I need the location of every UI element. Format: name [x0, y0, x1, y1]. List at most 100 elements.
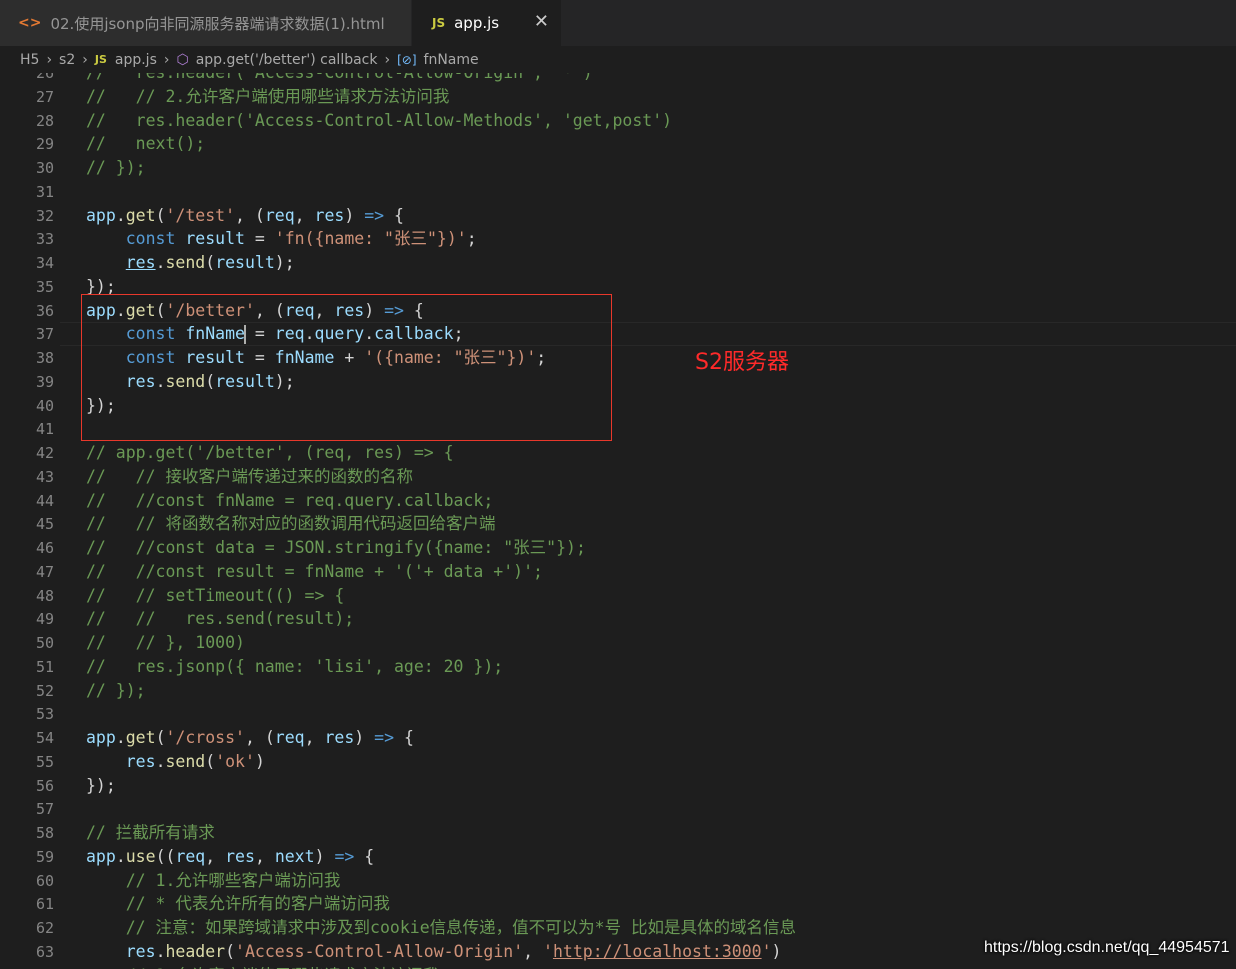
breadcrumb-item-h5[interactable]: H5 [20, 52, 39, 68]
code-line[interactable]: 51 // res.jsonp({ name: 'lisi', age: 20 }… [0, 655, 1236, 679]
code-line[interactable]: 42 // app.get('/better', (req, res) => { [0, 441, 1236, 465]
js-file-icon: JS [432, 16, 446, 30]
line-number: 62 [35, 919, 54, 937]
line-number: 31 [35, 182, 54, 201]
line-number: 33 [35, 230, 54, 249]
code-line[interactable]: 49 // // res.send(result); [0, 607, 1236, 631]
line-number: 42 [35, 444, 54, 462]
code-text: res.header('Access-Control-Allow-Origin'… [125, 941, 782, 961]
code-line[interactable]: 29 // next(); [0, 132, 1236, 156]
code-line[interactable]: 34 res.send(result); [0, 251, 1236, 275]
breadcrumb-item-function[interactable]: app.get('/better') callback [196, 52, 378, 68]
line-number: 29 [35, 135, 54, 154]
line-number: 47 [35, 562, 54, 581]
chevron-right-icon: › [163, 51, 170, 68]
highlight-box [81, 294, 612, 441]
breadcrumb-item-s2[interactable]: s2 [59, 52, 75, 68]
code-line[interactable]: 55 res.send('ok') [0, 750, 1236, 774]
line-number: 59 [35, 847, 54, 866]
code-line[interactable]: 31 [0, 180, 1236, 204]
code-text: // next(); [86, 134, 206, 154]
chevron-right-icon: › [384, 51, 391, 68]
code-text: app.use((req, res, next) => { [86, 846, 375, 866]
line-number: 44 [35, 491, 54, 510]
method-cube-icon: ⬡ [176, 51, 189, 68]
line-number: 41 [35, 420, 54, 439]
code-text: // }); [86, 158, 146, 177]
line-number: 45 [35, 515, 54, 534]
code-text: // app.get('/better', (req, res) => { [86, 443, 454, 462]
code-text: // // res.send(result); [86, 609, 355, 629]
breadcrumb-item-file[interactable]: app.js [115, 52, 157, 68]
chevron-right-icon: › [82, 51, 88, 68]
line-number: 46 [35, 539, 54, 557]
breadcrumb-item-variable[interactable]: fnName [424, 52, 479, 68]
line-number: 30 [35, 159, 54, 177]
code-line[interactable]: 61 // * 代表允许所有的客户端访问我 [0, 892, 1236, 916]
code-line[interactable]: 48 // // setTimeout(() => { [0, 584, 1236, 608]
line-number: 51 [35, 657, 54, 676]
line-number: 28 [35, 111, 54, 130]
code-text: // res.header('Access-Control-Allow-Meth… [86, 110, 673, 130]
line-number: 37 [35, 325, 54, 344]
code-text: // 注意：如果跨域请求中涉及到cookie信息传递，值不可以为*号 比如是具体… [125, 918, 797, 937]
code-line[interactable]: 33 const result = 'fn({name: "张三"})'; [0, 227, 1236, 251]
code-text: // 1.允许哪些客户端访问我 [125, 870, 341, 890]
code-line[interactable]: 58 // 拦截所有请求 [0, 821, 1236, 845]
line-number: 50 [35, 634, 54, 652]
line-number: 57 [35, 800, 54, 819]
tab-label: 02.使用jsonp向非同源服务器端请求数据(1).html [50, 14, 385, 33]
code-line[interactable]: 45 // // 将函数名称对应的函数调用代码返回给客户端 [0, 512, 1236, 536]
line-number: 53 [35, 705, 54, 724]
variable-icon: [⊘] [397, 52, 417, 67]
tab-bar: <> 02.使用jsonp向非同源服务器端请求数据(1).html JS app… [0, 0, 1236, 46]
close-icon[interactable]: ✕ [534, 11, 549, 32]
tab-app-js[interactable]: JS app.js ✕ [412, 0, 561, 46]
code-line[interactable]: 46 // //const data = JSON.stringify({name… [0, 536, 1236, 560]
line-number: 43 [35, 467, 54, 486]
code-editor[interactable]: 26 // res.header('Access-Control-Allow-Or… [0, 73, 1236, 969]
breadcrumb: H5 › s2 › JS app.js › ⬡ app.get('/better… [0, 46, 1236, 73]
code-line[interactable]: 57 [0, 797, 1236, 821]
code-text: // * 代表允许所有的客户端访问我 [125, 894, 390, 914]
code-line[interactable]: 53 [0, 702, 1236, 726]
code-line[interactable]: 64 // 2.允许客户端使用哪些请求方法访问我 [0, 964, 1236, 969]
line-number: 58 [35, 824, 54, 842]
code-text: // // 接收客户端传递过来的函数的名称 [86, 466, 413, 486]
code-line[interactable]: 27 // // 2.允许客户端使用哪些请求方法访问我 [0, 85, 1236, 109]
chevron-right-icon: › [46, 51, 53, 68]
code-line[interactable]: 60 // 1.允许哪些客户端访问我 [0, 869, 1236, 893]
tab-label: app.js [454, 14, 500, 32]
code-line[interactable]: 47 // //const result = fnName + '('+ data… [0, 560, 1236, 584]
line-number: 64 [0, 964, 54, 969]
tab-html-file[interactable]: <> 02.使用jsonp向非同源服务器端请求数据(1).html [0, 0, 411, 46]
code-text: // //const fnName = req.query.callback; [86, 490, 494, 510]
code-text: // }); [86, 680, 146, 700]
code-line[interactable]: 62 // 注意：如果跨域请求中涉及到cookie信息传递，值不可以为*号 比如… [0, 916, 1236, 940]
code-line[interactable]: 32 app.get('/test', (req, res) => { [0, 204, 1236, 228]
code-text: const result = 'fn({name: "张三"})'; [125, 229, 477, 249]
code-line[interactable]: 43 // // 接收客户端传递过来的函数的名称 [0, 465, 1236, 489]
line-number: 60 [35, 871, 54, 890]
code-line[interactable]: 30 // }); [0, 156, 1236, 180]
code-text: // 2.允许客户端使用哪些请求方法访问我 [86, 964, 440, 969]
line-number: 35 [35, 277, 54, 296]
code-line[interactable]: 26 // res.header('Access-Control-Allow-Or… [0, 73, 1236, 85]
code-line[interactable]: 54 app.get('/cross', (req, res) => { [0, 726, 1236, 750]
line-number: 49 [35, 610, 54, 629]
code-line[interactable]: 59 app.use((req, res, next) => { [0, 845, 1236, 869]
code-line[interactable]: 52 // }); [0, 679, 1236, 703]
code-text: res.send('ok') [125, 751, 265, 771]
line-number: 36 [35, 301, 54, 320]
code-line[interactable]: 56}); [0, 774, 1236, 798]
line-number: 39 [35, 372, 54, 391]
code-line[interactable]: 28 // res.header('Access-Control-Allow-Me… [0, 109, 1236, 133]
code-text: }); [86, 775, 116, 795]
code-text: // //const data = JSON.stringify({name: … [86, 538, 586, 557]
watermark: https://blog.csdn.net/qq_44954571 [984, 939, 1230, 956]
code-line[interactable]: 44 // //const fnName = req.query.callback… [0, 489, 1236, 513]
code-text: // // 2.允许客户端使用哪些请求方法访问我 [86, 86, 450, 106]
code-line[interactable]: 50 // // }, 1000) [0, 631, 1236, 655]
code-text: // res.header('Access-Control-Allow-Orig… [86, 73, 593, 85]
code-text: // 拦截所有请求 [86, 823, 215, 842]
